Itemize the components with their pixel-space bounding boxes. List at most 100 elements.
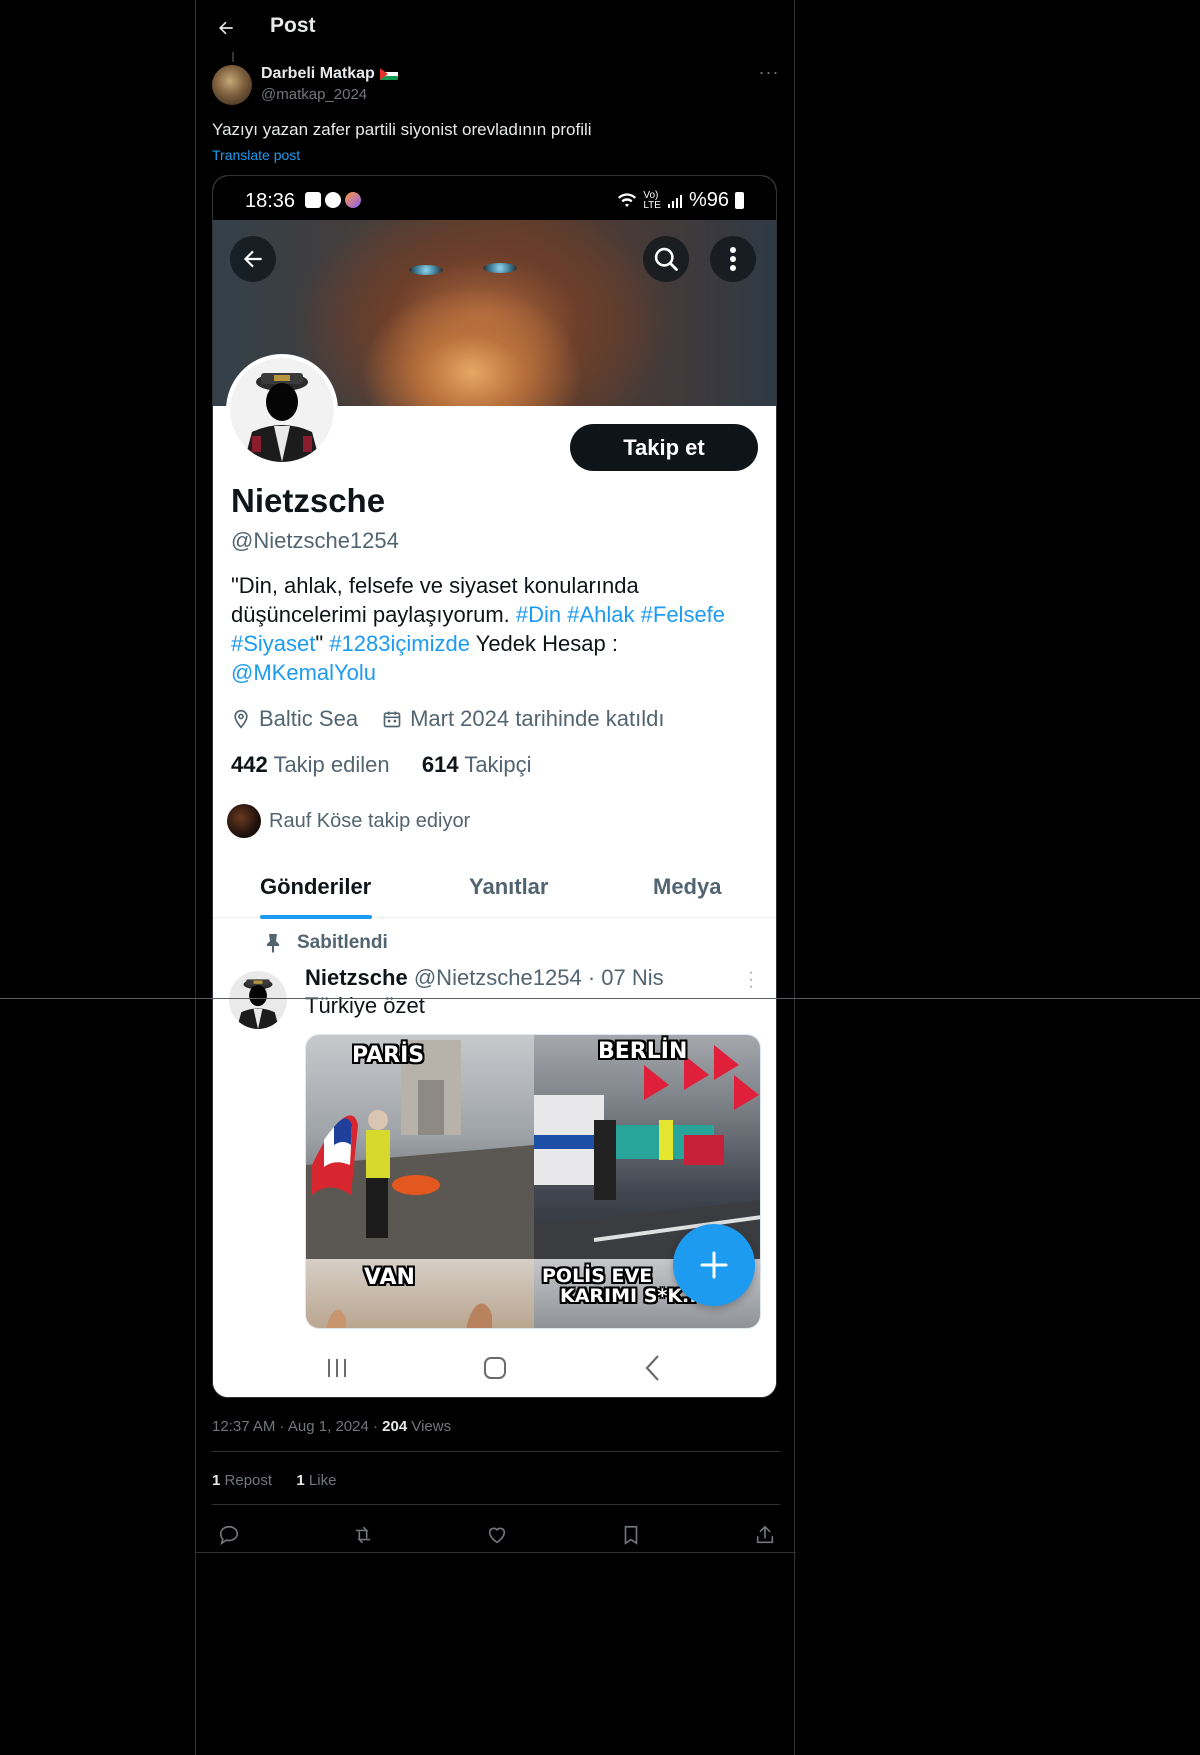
phone-status-bar: 18:36 Vo) LTE %96 — [213, 176, 776, 220]
repost-icon — [355, 1526, 371, 1544]
palestine-flag-icon — [379, 68, 398, 80]
compose-fab[interactable] — [673, 1224, 755, 1306]
author-handle[interactable]: @matkap_2024 — [261, 86, 367, 103]
photo-van: VAN — [306, 1259, 534, 1328]
pinned-label: Sabitlendi — [265, 932, 388, 954]
page-title: Post — [270, 14, 316, 37]
post-date[interactable]: Aug 1, 2024 — [288, 1418, 369, 1435]
reposts-count: 1 — [212, 1472, 221, 1489]
android-back-button[interactable] — [633, 1348, 673, 1388]
bookmark-icon — [624, 1525, 638, 1545]
recent-apps-button[interactable] — [317, 1348, 357, 1388]
caption-berlin: BERLİN — [598, 1039, 688, 1064]
photo-paris: PARİS — [306, 1035, 534, 1259]
bio-mention[interactable]: @MKemalYolu — [231, 660, 376, 685]
followers-count: 614 — [421, 752, 459, 777]
protest-scene-paris — [306, 1040, 534, 1259]
tweet-more-icon[interactable]: · · · — [748, 965, 754, 995]
likes-count: 1 — [296, 1472, 305, 1489]
author-name-text: Darbeli Matkap — [261, 65, 375, 82]
battery-icon — [735, 192, 744, 209]
follower-avatar — [227, 804, 261, 838]
profile-name: Nietzsche — [231, 482, 386, 519]
profile-back-button[interactable] — [230, 236, 276, 282]
post-image[interactable]: 18:36 Vo) LTE %96 Takip et Nietzsche @Ni… — [212, 175, 777, 1398]
views-count: 204 — [382, 1418, 408, 1435]
main-column: Post Darbeli Matkap @matkap_2024 ··· Yaz… — [195, 0, 796, 1755]
post-bottom-border — [196, 1552, 796, 1553]
repost-button[interactable] — [346, 1518, 380, 1552]
translate-post-link[interactable]: Translate post — [212, 147, 300, 163]
tab-replies[interactable]: Yanıtlar — [469, 874, 548, 900]
battery-percent: %96 — [688, 189, 729, 211]
pin-icon — [267, 934, 279, 953]
like-button[interactable] — [480, 1518, 514, 1552]
tweet-avatar[interactable] — [229, 971, 287, 1029]
screen-divider-line — [0, 998, 1200, 999]
arrow-left-icon — [243, 250, 262, 268]
status-time: 18:36 — [245, 190, 296, 212]
calendar-icon — [383, 711, 401, 728]
post-timestamp: 12:37 AM · Aug 1, 2024 · 204 Views — [212, 1418, 452, 1435]
home-button[interactable] — [475, 1348, 515, 1388]
author-avatar[interactable] — [212, 65, 252, 105]
caption-paris: PARİS — [352, 1043, 425, 1068]
status-app-icons — [305, 192, 361, 208]
profile-tabs: Gönderiler Yanıtlar Medya — [213, 862, 776, 919]
likes-link[interactable]: 1 Like — [296, 1472, 336, 1489]
profile-search-button[interactable] — [643, 236, 689, 282]
likes-label: Like — [308, 1472, 337, 1489]
location-pin-icon — [234, 709, 248, 729]
back-button[interactable] — [210, 12, 242, 44]
banner-eye-right — [483, 263, 517, 273]
post-text: Yazıyı yazan zafer partili siyonist orev… — [212, 120, 592, 139]
share-button[interactable] — [748, 1518, 782, 1552]
post-time[interactable]: 12:37 AM — [212, 1418, 275, 1435]
vertical-dots-icon — [730, 247, 736, 271]
wifi-icon — [618, 192, 637, 207]
reposts-label: Repost — [224, 1472, 273, 1489]
arrow-left-icon — [219, 21, 233, 35]
profile-more-button[interactable] — [710, 236, 756, 282]
following-count: 442 — [231, 752, 268, 777]
divider — [212, 1504, 780, 1505]
following-link[interactable]: 442 Takip edilen — [231, 752, 390, 777]
tweet-author-name[interactable]: Nietzsche — [305, 965, 408, 990]
message-icon — [325, 192, 341, 208]
profile-meta: Baltic Sea Mart 2024 tarihinde katıldı — [231, 706, 664, 732]
android-nav-bar — [213, 1330, 776, 1397]
engagement-stats: 1 Repost 1 Like — [212, 1472, 336, 1489]
followed-by-text: Rauf Köse takip ediyor — [269, 809, 471, 832]
reply-button[interactable] — [212, 1518, 246, 1552]
gallery-icon — [305, 192, 321, 208]
profile-joined: Mart 2024 tarihinde katıldı — [410, 706, 665, 731]
bio-hashtag[interactable]: #1283içimizde — [329, 631, 470, 656]
following-label: Takip edilen — [273, 752, 390, 777]
tab-posts[interactable]: Gönderiler — [260, 874, 371, 900]
profile-location: Baltic Sea — [259, 706, 359, 731]
thread-line — [232, 52, 234, 62]
profile-bio: "Din, ahlak, felsefe ve siyaset konuları… — [231, 571, 751, 687]
caption-polis-line2: KARIMI S*K.. — [560, 1285, 697, 1307]
bookmark-button[interactable] — [614, 1518, 648, 1552]
tab-media[interactable]: Medya — [653, 874, 721, 900]
follow-button[interactable]: Takip et — [570, 424, 758, 471]
reposts-link[interactable]: 1 Repost — [212, 1472, 272, 1489]
officer-silhouette-icon — [244, 373, 320, 462]
views-label: Views — [411, 1418, 452, 1435]
share-icon — [756, 1525, 774, 1544]
author-name[interactable]: Darbeli Matkap — [261, 65, 398, 83]
tweet-text: Türkiye özet — [305, 993, 425, 1018]
followed-by[interactable]: Rauf Köse takip ediyor — [227, 804, 470, 838]
protest-scene-van — [326, 1303, 492, 1328]
caption-van: VAN — [364, 1265, 415, 1290]
more-options-icon[interactable]: ··· — [756, 62, 782, 88]
profile-avatar[interactable] — [226, 354, 338, 466]
status-right: Vo) LTE %96 — [617, 189, 744, 212]
lte-label: LTE — [643, 199, 661, 211]
signal-icon — [667, 194, 682, 208]
recent-apps-icon — [328, 1359, 346, 1377]
followers-link[interactable]: 614 Takipçi — [422, 752, 532, 777]
officer-silhouette-icon — [236, 979, 280, 1029]
caption-polis-line1: POLİS EVE — [542, 1265, 653, 1287]
